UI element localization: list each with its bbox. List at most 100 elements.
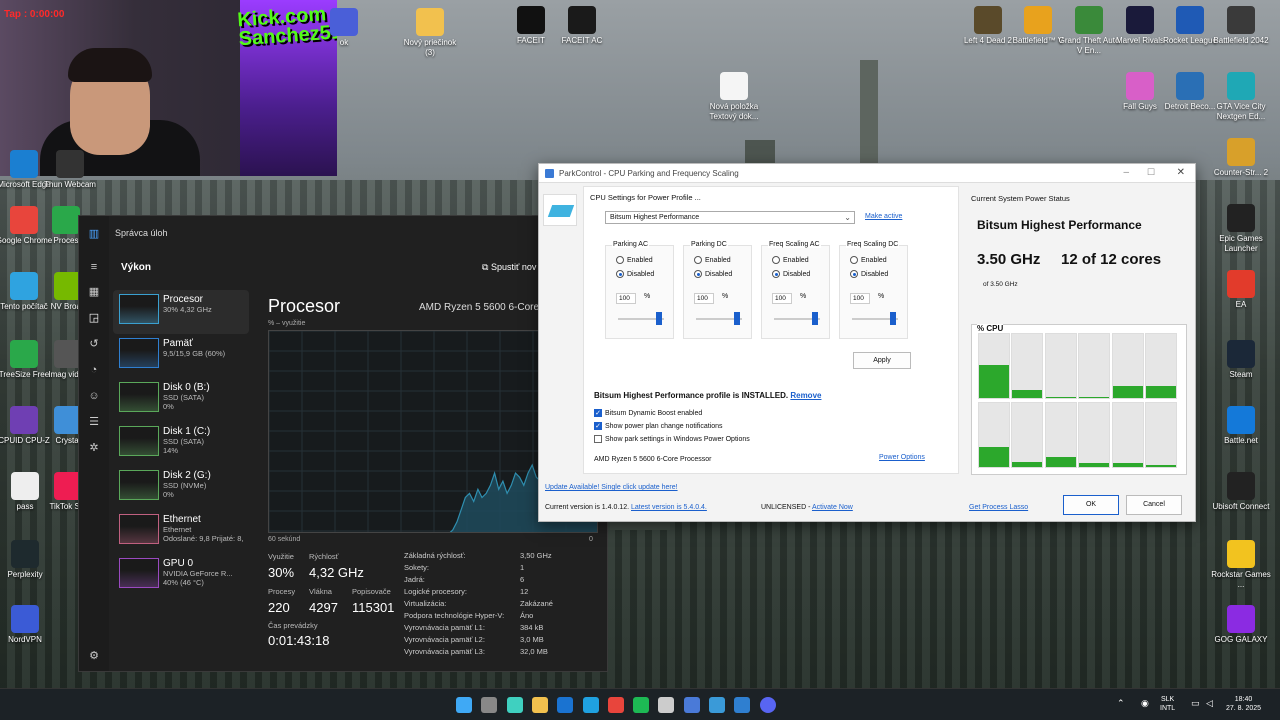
cancel-button[interactable]: Cancel (1126, 495, 1182, 515)
ok-button[interactable]: OK (1063, 495, 1119, 515)
details-icon[interactable]: ☰ (88, 416, 100, 428)
users-icon[interactable]: ☺ (88, 390, 100, 402)
remove-link[interactable]: Remove (790, 391, 821, 400)
task-view-icon[interactable] (481, 697, 498, 713)
tray-app-icon[interactable]: ◉ (1141, 699, 1149, 708)
radio-button[interactable] (616, 270, 624, 278)
activate-now-link[interactable]: Activate Now (812, 504, 853, 511)
desktop-icon[interactable]: Nová položka Textový dok... (702, 72, 766, 122)
network-icon[interactable]: ▭ (1191, 699, 1200, 708)
desktop-icon[interactable]: GTA Vice City Nextgen Ed... (1209, 72, 1273, 122)
desktop-icon[interactable]: GOG GALAXY (1209, 605, 1273, 645)
desktop-icon[interactable]: Epic Games Launcher (1209, 204, 1273, 254)
windows-start-icon[interactable] (456, 697, 472, 713)
get-process-lasso-link[interactable]: Get Process Lasso (969, 504, 1028, 511)
radio-disabled[interactable]: Disabled (850, 270, 888, 278)
perf-list-item[interactable]: Disk 1 (C:) SSD (SATA) 14% (113, 422, 249, 466)
desktop-icon[interactable]: Thun Webcam (38, 150, 102, 190)
perf-list-item[interactable]: Ethernet Ethernet Odoslané: 9,8 Prijaté: 8… (113, 510, 249, 554)
power-options-link[interactable]: Power Options (879, 454, 925, 461)
app-history-icon[interactable]: ↺ (88, 338, 100, 350)
desktop-icon[interactable]: Nový priečinok (3) (398, 8, 462, 58)
radio-enabled[interactable]: Enabled (850, 256, 887, 264)
desktop-icon[interactable]: Counter-Str... 2 (1209, 138, 1273, 178)
radio-disabled[interactable]: Disabled (772, 270, 810, 278)
checkmark-icon[interactable]: ✓ (594, 409, 602, 417)
checkmark-icon[interactable]: ✓ (594, 422, 602, 430)
chrome-icon[interactable] (607, 697, 624, 713)
edge-icon[interactable] (582, 697, 599, 713)
radio-button[interactable] (772, 256, 780, 264)
performance-icon[interactable]: ◲ (88, 312, 100, 324)
discord-icon[interactable] (759, 697, 776, 713)
settings-gear-icon[interactable]: ⚙ (88, 650, 100, 662)
desktop-icon[interactable]: NordVPN (0, 605, 57, 645)
perf-list-item[interactable]: Disk 0 (B:) SSD (SATA) 0% (113, 378, 249, 422)
close-icon[interactable]: ✕ (1177, 167, 1185, 178)
services-icon[interactable]: ✲ (88, 442, 100, 454)
radio-button[interactable] (772, 270, 780, 278)
spotify-icon[interactable] (633, 697, 650, 713)
percent-input[interactable]: 100 (694, 293, 714, 304)
desktop-icon[interactable]: FACEIT AC (550, 6, 614, 46)
desktop-icon[interactable]: Ubisoft Connect (1209, 472, 1273, 512)
option-checkbox[interactable]: ✓ Show power plan change notifications (594, 422, 723, 430)
maximize-icon[interactable]: ☐ (1147, 167, 1155, 178)
slider-thumb[interactable] (812, 312, 818, 325)
file-explorer-icon[interactable] (531, 697, 548, 713)
title-bar[interactable]: ParkControl - CPU Parking and Frequency … (539, 164, 1195, 183)
percent-input[interactable]: 100 (616, 293, 636, 304)
slider-thumb[interactable] (656, 312, 662, 325)
apply-button[interactable]: Apply (853, 352, 911, 369)
radio-button[interactable] (850, 256, 858, 264)
chevron-up-icon[interactable]: ⌃ (1117, 699, 1125, 708)
radio-disabled[interactable]: Disabled (616, 270, 654, 278)
radio-button[interactable] (616, 256, 624, 264)
percent-input[interactable]: 100 (850, 293, 870, 304)
volume-icon[interactable]: ◁ (1206, 699, 1213, 708)
radio-enabled[interactable]: Enabled (772, 256, 809, 264)
taskmgr-icon[interactable] (734, 697, 751, 713)
radio-disabled[interactable]: Disabled (694, 270, 732, 278)
make-active-link[interactable]: Make active (865, 213, 902, 220)
radio-button[interactable] (694, 270, 702, 278)
slider-thumb[interactable] (734, 312, 740, 325)
startup-apps-icon[interactable]: ◔ (88, 364, 100, 376)
processes-icon[interactable]: ▦ (88, 286, 100, 298)
desktop-icon[interactable]: Battle.net (1209, 406, 1273, 446)
desktop-icon[interactable]: Battlefield 2042 (1209, 6, 1273, 46)
minimize-icon[interactable]: – (1123, 167, 1129, 178)
radio-enabled[interactable]: Enabled (616, 256, 653, 264)
desktop-icon[interactable]: Rockstar Games ... (1209, 540, 1273, 590)
keyboard-layout[interactable]: SLK INTL (1160, 695, 1175, 713)
perf-list-item[interactable]: GPU 0 NVIDIA GeForce R... 40% (46 °C) (113, 554, 249, 598)
parkcontrol-window[interactable]: ParkControl - CPU Parking and Frequency … (538, 163, 1196, 522)
desktop-icon[interactable]: Steam (1209, 340, 1273, 380)
latest-version-link[interactable]: Latest version is 5.4.0.4. (631, 504, 707, 511)
desktop-icon[interactable]: ok (312, 8, 376, 48)
run-new-task-button[interactable]: ⧉ Spustiť nov (482, 262, 536, 273)
checkbox-empty[interactable] (594, 435, 602, 443)
desktop-icon[interactable]: Perplexity (0, 540, 57, 580)
outlook-icon[interactable] (557, 697, 574, 713)
power-profile-select[interactable]: Bitsum Highest Performance ⌄ (605, 211, 855, 224)
radio-enabled[interactable]: Enabled (694, 256, 731, 264)
desktop-icon[interactable]: EA (1209, 270, 1273, 310)
app-icon[interactable] (506, 697, 523, 713)
update-link[interactable]: Update Available! Single click update he… (545, 484, 678, 491)
percent-input[interactable]: 100 (772, 293, 792, 304)
photos-icon[interactable] (709, 697, 725, 713)
task-manager-window[interactable]: ▥ ≡ ▦ ◲ ↺ ◔ ☺ ☰ ✲ ⚙ Správca úloh Výkon ⧉… (78, 215, 608, 672)
slider-thumb[interactable] (890, 312, 896, 325)
radio-button[interactable] (850, 270, 858, 278)
perf-list-item[interactable]: Pamäť 9,5/15,9 GB (60%) (113, 334, 249, 378)
obs-icon[interactable] (658, 697, 675, 713)
option-checkbox[interactable]: ✓ Bitsum Dynamic Boost enabled (594, 409, 702, 417)
radio-button[interactable] (694, 256, 702, 264)
option-checkbox[interactable]: Show park settings in Windows Power Opti… (594, 435, 750, 443)
vehicle-icon[interactable] (683, 697, 700, 713)
perf-list-item[interactable]: Disk 2 (G:) SSD (NVMe) 0% (113, 466, 249, 510)
perf-list-item[interactable]: Procesor 30% 4,32 GHz (113, 290, 249, 334)
hamburger-menu-icon[interactable]: ≡ (88, 261, 100, 273)
clock[interactable]: 18:40 27. 8. 2025 (1226, 695, 1261, 713)
